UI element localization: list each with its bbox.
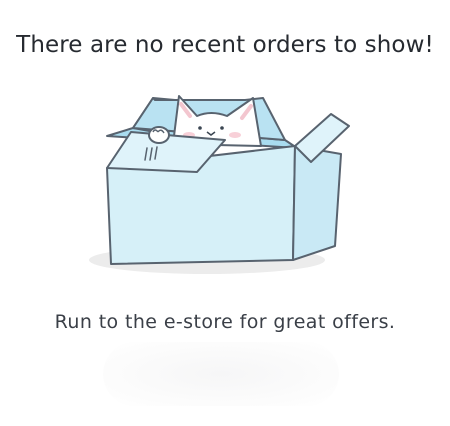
cat-in-box-icon [89,95,350,274]
empty-state-subtitle: Run to the e-store for great offers. [54,311,396,333]
go-to-store-button[interactable] [103,342,339,406]
empty-state-title: There are no recent orders to show! [16,32,434,58]
box-side [292,145,342,261]
empty-orders-state: There are no recent orders to show! Run … [0,0,450,426]
cat-paw [148,126,170,144]
